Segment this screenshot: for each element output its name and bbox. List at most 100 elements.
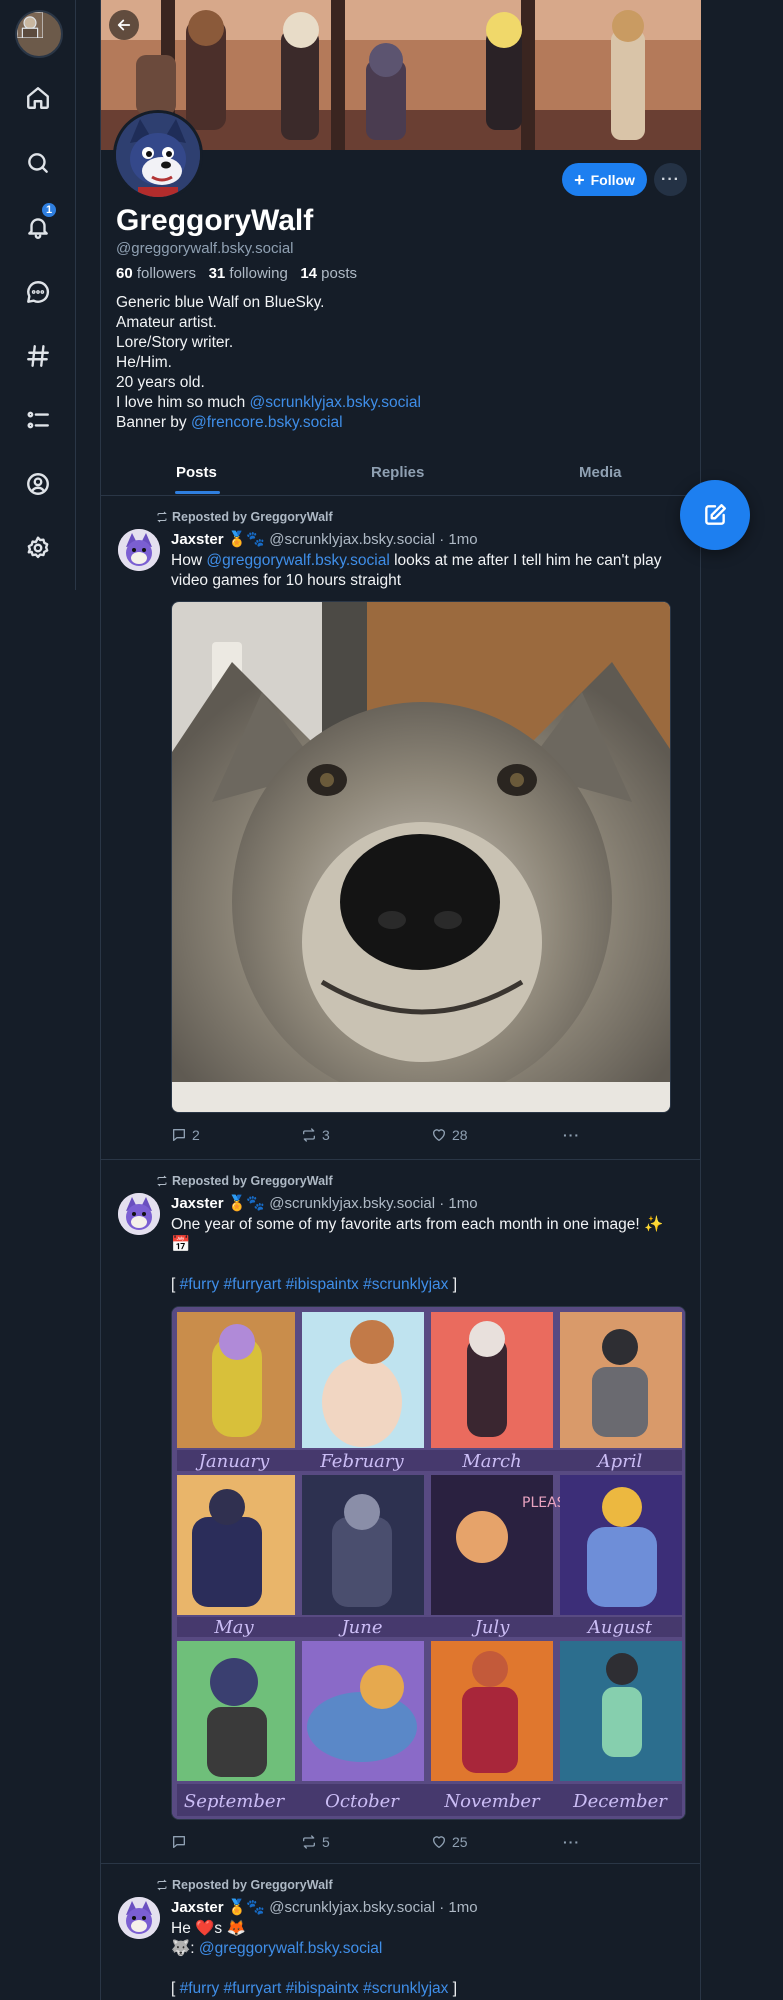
profile-bio: Generic blue Walf on BlueSky. Amateur ar…	[116, 293, 421, 433]
repost-icon	[157, 1175, 167, 1187]
following-link[interactable]: 31 following	[209, 265, 288, 282]
mention-link[interactable]: @scrunklyjax.bsky.social	[250, 394, 421, 411]
post-text: 🐺: @greggorywalf.bsky.social	[171, 1939, 681, 1959]
bracket: ]	[448, 1276, 458, 1293]
notification-badge: 1	[40, 201, 58, 219]
author-emoji: 🏅🐾	[227, 1899, 266, 1916]
followers-link[interactable]: 60 followers	[116, 265, 196, 282]
like-button[interactable]: 25	[431, 1834, 468, 1850]
compose-icon	[705, 504, 726, 525]
post-author-name[interactable]: Jaxster	[171, 1899, 224, 1916]
follow-label: Follow	[590, 171, 635, 188]
bio-line: Amateur artist.	[116, 314, 217, 331]
comment-icon	[173, 1129, 185, 1141]
ellipsis-icon: ···	[661, 170, 680, 188]
post-more-button[interactable]: ···	[563, 1127, 580, 1143]
reply-button[interactable]: 2	[171, 1127, 200, 1143]
mention-link[interactable]: @frencore.bsky.social	[191, 414, 343, 431]
follow-button[interactable]: + Follow	[562, 163, 647, 196]
arrow-left-icon	[117, 19, 131, 31]
post-image-month-grid[interactable]: PLEASE January February March April May June J…	[171, 1306, 686, 1820]
followers-count: 60	[116, 265, 133, 282]
month-label: April	[596, 1451, 643, 1472]
tab-media[interactable]: Media	[579, 464, 622, 481]
back-button[interactable]	[109, 10, 139, 40]
compose-button[interactable]	[680, 480, 750, 550]
feed-post[interactable]: Reposted by GreggoryWalf Jaxster 🏅🐾 @scr…	[101, 497, 701, 1160]
post-author-avatar[interactable]	[118, 1897, 160, 1939]
post-more-button[interactable]: ···	[563, 1834, 580, 1850]
feed-post[interactable]: Reposted by GreggoryWalf Jaxster 🏅🐾 @scr…	[101, 1161, 701, 1864]
repost-label: Reposted by GreggoryWalf	[172, 1878, 333, 1892]
mention-link[interactable]: @greggorywalf.bsky.social	[206, 552, 389, 569]
post-author-avatar[interactable]	[118, 1193, 160, 1235]
bio-line: Lore/Story writer.	[116, 334, 234, 351]
plus-icon: +	[574, 169, 585, 190]
author-emoji: 🏅🐾	[227, 1195, 266, 1212]
month-label: June	[337, 1617, 382, 1638]
nav-settings[interactable]	[18, 528, 58, 568]
hashtag-links[interactable]: #furry #furryart #ibispaintx #scrunklyja…	[180, 1980, 449, 1997]
like-button[interactable]: 28	[431, 1127, 468, 1143]
repost-count: 3	[322, 1127, 330, 1143]
month-label: December	[572, 1791, 668, 1812]
post-handle-time[interactable]: @scrunklyjax.bsky.social · 1mo	[269, 531, 477, 548]
repost-icon	[303, 1128, 315, 1142]
post-handle-time[interactable]: @scrunklyjax.bsky.social · 1mo	[269, 1899, 477, 1916]
left-nav-rail: 1	[0, 0, 76, 590]
following-count: 31	[208, 265, 226, 282]
current-user-avatar[interactable]	[15, 10, 63, 58]
profile-column: + Follow ··· GreggoryWalf @greggorywalf.…	[100, 0, 701, 2000]
repost-count: 5	[322, 1834, 330, 1850]
profile-avatar[interactable]	[113, 110, 203, 200]
nav-home[interactable]	[18, 78, 58, 118]
heart-icon	[433, 1129, 445, 1141]
reply-button[interactable]	[171, 1834, 192, 1850]
repost-button[interactable]: 3	[301, 1127, 330, 1143]
profile-handle: @greggorywalf.bsky.social	[116, 240, 294, 257]
month-label: October	[325, 1791, 400, 1812]
month-label: January	[195, 1451, 270, 1472]
post-author-avatar[interactable]	[118, 529, 160, 571]
heart-icon	[433, 1836, 445, 1848]
post-text-segment: 🐺:	[171, 1940, 199, 1957]
bio-line: 20 years old.	[116, 374, 205, 391]
bio-line: I love him so much @scrunklyjax.bsky.soc…	[116, 393, 421, 413]
more-options-button[interactable]: ···	[654, 163, 687, 196]
post-text: How @greggorywalf.bsky.social looks at m…	[171, 551, 681, 591]
nav-chat[interactable]	[18, 272, 58, 312]
post-text: He ❤️s 🦊	[171, 1920, 246, 1937]
repost-label: Reposted by GreggoryWalf	[172, 510, 333, 524]
bio-line: Generic blue Walf on BlueSky.	[116, 294, 325, 311]
post-text: One year of some of my favorite arts fro…	[171, 1216, 664, 1253]
nav-search[interactable]	[18, 143, 58, 183]
following-label: following	[229, 265, 288, 282]
repost-button[interactable]: 5	[301, 1834, 330, 1850]
bracket: [	[171, 1276, 180, 1293]
post-author-name[interactable]: Jaxster	[171, 531, 224, 548]
month-label: March	[461, 1451, 521, 1472]
month-label: July	[471, 1617, 511, 1638]
ellipsis-icon: ···	[563, 1127, 580, 1143]
month-label: May	[213, 1617, 254, 1638]
post-author-name[interactable]: Jaxster	[171, 1195, 224, 1212]
nav-profile[interactable]	[18, 464, 58, 504]
nav-notifications[interactable]: 1	[18, 201, 58, 247]
feed-post[interactable]: Reposted by GreggoryWalf Jaxster 🏅🐾 @scr…	[101, 1865, 701, 2000]
display-name: GreggoryWalf	[116, 204, 314, 237]
nav-lists[interactable]	[18, 400, 58, 440]
month-label: February	[319, 1451, 404, 1472]
search-icon	[28, 153, 48, 173]
repost-label: Reposted by GreggoryWalf	[172, 1174, 333, 1188]
post-handle-time[interactable]: @scrunklyjax.bsky.social · 1mo	[269, 1195, 477, 1212]
month-label: September	[184, 1791, 286, 1812]
repost-icon	[157, 511, 167, 523]
chat-icon	[27, 281, 50, 303]
bio-line: Banner by @frencore.bsky.social	[116, 413, 421, 433]
mention-link[interactable]: @greggorywalf.bsky.social	[199, 1940, 382, 1957]
tab-replies[interactable]: Replies	[371, 464, 424, 481]
post-image-wolf[interactable]	[171, 601, 671, 1113]
nav-feeds[interactable]	[18, 336, 58, 376]
hashtag-links[interactable]: #furry #furryart #ibispaintx #scrunklyja…	[180, 1276, 449, 1293]
tab-posts[interactable]: Posts	[176, 464, 217, 481]
